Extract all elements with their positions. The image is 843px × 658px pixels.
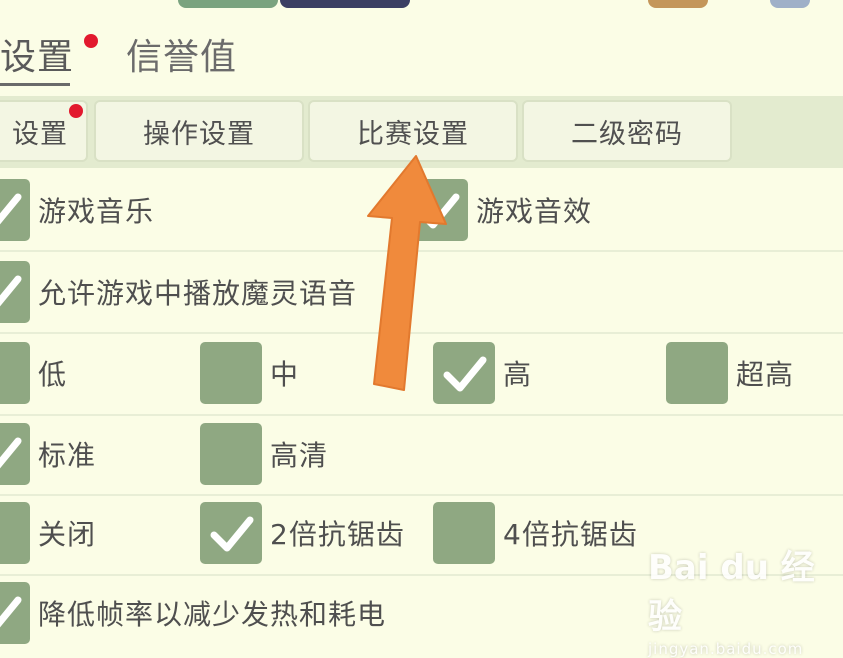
option-label: 中 — [270, 358, 300, 391]
checkmark-icon — [0, 596, 22, 628]
checkbox[interactable] — [406, 179, 468, 241]
header-tab-settings[interactable]: 设置 — [0, 28, 75, 86]
checkbox[interactable] — [433, 502, 495, 564]
option-hd[interactable]: 高清 — [200, 423, 328, 485]
watermark-logo: Bai du 经验 — [648, 548, 815, 637]
option-label: 关闭 — [38, 518, 97, 551]
option-label: 允许游戏中播放魔灵语音 — [38, 277, 358, 310]
checkbox[interactable] — [0, 423, 30, 485]
option-aa-off[interactable]: 关闭 — [0, 502, 96, 564]
subtab-label: 二级密码 — [571, 118, 683, 150]
settings-row-voice: 允许游戏中播放魔灵语音 — [0, 252, 843, 334]
option-label: 游戏音乐 — [38, 195, 155, 228]
option-label: 高 — [503, 358, 533, 391]
option-label: 超高 — [736, 358, 795, 391]
option-label: 降低帧率以减少发热和耗电 — [38, 598, 387, 631]
settings-subtab-bar: 设置 操作设置 比赛设置 二级密码 — [0, 96, 843, 168]
option-medium[interactable]: 中 — [200, 342, 299, 404]
checkbox[interactable] — [200, 502, 262, 564]
checkbox[interactable] — [0, 179, 30, 241]
subtab-match-settings[interactable]: 比赛设置 — [308, 100, 518, 162]
settings-row-quality: 低 中 高 超高 — [0, 334, 843, 416]
option-label: 标准 — [38, 439, 97, 472]
subtab-label: 操作设置 — [143, 118, 255, 150]
settings-row-sound: 游戏音乐 游戏音效 — [0, 170, 843, 252]
notification-badge — [69, 104, 83, 118]
decoration — [280, 0, 410, 8]
subtab-label: 比赛设置 — [357, 118, 469, 150]
option-ultra[interactable]: 超高 — [666, 342, 794, 404]
checkmark-icon — [0, 437, 22, 469]
option-game-music[interactable]: 游戏音乐 — [0, 179, 154, 241]
checkbox[interactable] — [0, 502, 30, 564]
option-allow-voice[interactable]: 允许游戏中播放魔灵语音 — [0, 261, 357, 323]
subtab-label: 设置 — [12, 118, 68, 150]
header-tabs: 设置 信誉值 — [0, 14, 843, 96]
option-aa-4x[interactable]: 4倍抗锯齿 — [433, 502, 638, 564]
checkmark-icon — [210, 516, 254, 552]
checkbox[interactable] — [433, 342, 495, 404]
settings-row-resolution: 标准 高清 — [0, 416, 843, 496]
option-aa-2x[interactable]: 2倍抗锯齿 — [200, 502, 405, 564]
option-standard[interactable]: 标准 — [0, 423, 96, 485]
top-decoration-strip — [0, 0, 843, 14]
option-label: 4倍抗锯齿 — [503, 518, 638, 551]
checkbox[interactable] — [0, 261, 30, 323]
header-tab-label: 设置 — [0, 37, 75, 78]
checkbox[interactable] — [200, 423, 262, 485]
option-label: 游戏音效 — [476, 195, 593, 228]
notification-badge — [84, 34, 98, 48]
checkmark-icon — [0, 275, 22, 307]
decoration — [648, 0, 708, 8]
checkmark-icon — [443, 356, 487, 392]
checkbox[interactable] — [666, 342, 728, 404]
checkmark-icon — [0, 193, 22, 225]
checkbox[interactable] — [200, 342, 262, 404]
subtab-secondary-password[interactable]: 二级密码 — [522, 100, 732, 162]
header-tab-label: 信誉值 — [126, 37, 238, 78]
decoration — [178, 0, 278, 8]
subtab-operation-settings[interactable]: 操作设置 — [94, 100, 304, 162]
checkbox[interactable] — [0, 342, 30, 404]
decoration — [770, 0, 810, 8]
active-tab-underline — [0, 83, 71, 86]
option-label: 2倍抗锯齿 — [270, 518, 405, 551]
option-label: 高清 — [270, 439, 329, 472]
option-label: 低 — [38, 358, 68, 391]
option-game-sfx[interactable]: 游戏音效 — [406, 179, 592, 241]
option-reduce-framerate[interactable]: 降低帧率以减少发热和耗电 — [0, 582, 386, 644]
header-tab-reputation[interactable]: 信誉值 — [126, 28, 237, 80]
option-low[interactable]: 低 — [0, 342, 67, 404]
checkmark-icon — [416, 193, 460, 229]
watermark-url: jingyan.baidu.com — [648, 640, 804, 658]
option-high[interactable]: 高 — [433, 342, 532, 404]
checkbox[interactable] — [0, 582, 30, 644]
watermark: Bai du 经验 jingyan.baidu.com — [648, 540, 843, 658]
